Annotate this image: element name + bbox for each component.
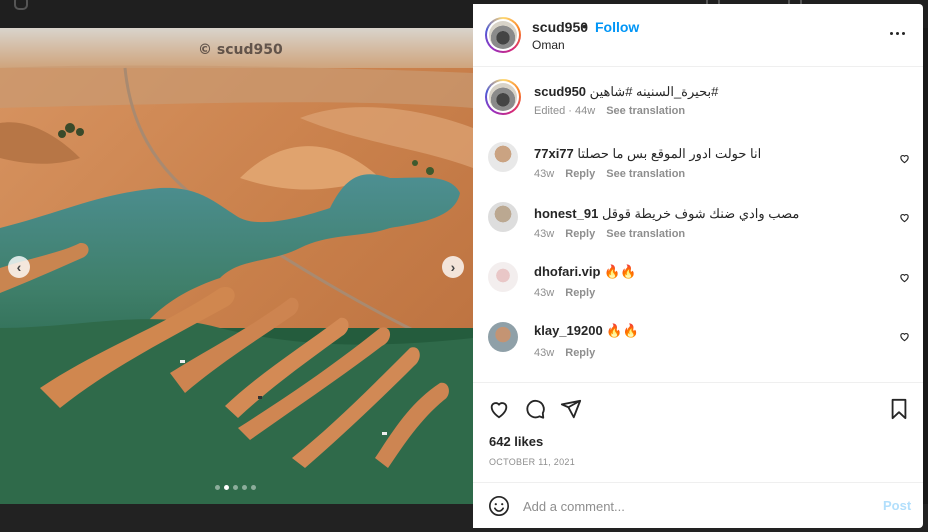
heart-icon[interactable] [899, 272, 910, 283]
comment-username[interactable]: dhofari.vip [534, 264, 600, 279]
photo-watermark: © scud950 [198, 42, 283, 58]
carousel-dot [251, 485, 256, 490]
heart-icon[interactable] [899, 153, 910, 164]
emoji-icon[interactable] [488, 495, 510, 517]
reply-button[interactable]: Reply [565, 287, 595, 299]
chevron-right-icon[interactable]: › [442, 256, 464, 278]
carousel-indicator [215, 485, 256, 490]
caption-username[interactable]: scud950 [534, 84, 586, 99]
comment-age: 43w [534, 168, 555, 180]
comment-age: 43w [534, 228, 555, 240]
author-username[interactable]: scud950 [532, 19, 588, 35]
heart-icon[interactable] [899, 331, 910, 342]
post-comment-button[interactable]: Post [883, 498, 911, 513]
reply-button[interactable]: Reply [565, 347, 595, 359]
comments-list[interactable]: scud950 بحيرة_السنينه #شاهين# Edited · 4… [473, 68, 923, 382]
comment-age: 43w [534, 347, 555, 359]
carousel-dot [215, 485, 220, 490]
comment-text: مصب وادي ضنك شوف خريطة قوقل [601, 206, 800, 221]
comment: klay_19200 🔥🔥 [534, 323, 639, 339]
post-details-panel: scud950 • Follow Oman scud950 بحيرة_السن… [473, 4, 923, 528]
reply-button[interactable]: Reply [565, 168, 595, 180]
comment-icon[interactable] [524, 398, 546, 420]
comment-meta: 43w Reply [534, 347, 595, 359]
see-translation-link[interactable]: See translation [606, 168, 685, 180]
caption-age: Edited · 44w [534, 105, 596, 117]
comment-text: انا حولت ادور الموقع بس ما حصلتا [577, 146, 762, 161]
carousel-dot-active [224, 485, 229, 490]
comment-meta: 43w Reply See translation [534, 168, 685, 180]
backdrop-icon [14, 0, 28, 10]
heart-icon[interactable] [899, 212, 910, 223]
comment-text: 🔥🔥 [606, 323, 639, 338]
avatar[interactable] [485, 17, 521, 53]
more-icon[interactable] [890, 32, 905, 35]
bookmark-icon[interactable] [889, 398, 909, 420]
comment-meta: 43w Reply [534, 287, 595, 299]
comment-composer: Post [473, 482, 923, 528]
comment-meta: 43w Reply See translation [534, 228, 685, 240]
commenter-avatar[interactable] [488, 142, 518, 172]
carousel-dot [233, 485, 238, 490]
commenter-avatar[interactable] [488, 262, 518, 292]
commenter-avatar[interactable] [488, 322, 518, 352]
post-header: scud950 • Follow Oman [473, 4, 923, 67]
post-location[interactable]: Oman [532, 38, 565, 52]
caption-avatar[interactable] [485, 79, 521, 115]
comment-text: 🔥🔥 [604, 264, 637, 279]
comment-username[interactable]: klay_19200 [534, 323, 603, 338]
follow-button[interactable]: Follow [595, 19, 639, 35]
comment: 77xi77 انا حولت ادور الموقع بس ما حصلتا [534, 146, 761, 162]
post-actions: 642 likes OCTOBER 11, 2021 [473, 382, 923, 482]
comment-username[interactable]: honest_91 [534, 206, 598, 221]
comment: dhofari.vip 🔥🔥 [534, 264, 636, 280]
caption: scud950 بحيرة_السنينه #شاهين# [534, 84, 718, 100]
chevron-left-icon[interactable]: ‹ [8, 256, 30, 278]
caption-meta: Edited · 44w See translation [534, 105, 685, 117]
heart-icon[interactable] [488, 398, 510, 420]
reply-button[interactable]: Reply [565, 228, 595, 240]
see-translation-link[interactable]: See translation [606, 105, 685, 117]
likes-count[interactable]: 642 likes [489, 434, 543, 449]
see-translation-link[interactable]: See translation [606, 228, 685, 240]
separator-dot: • [582, 18, 587, 34]
comment-username[interactable]: 77xi77 [534, 146, 574, 161]
carousel-dot [242, 485, 247, 490]
post-photo[interactable]: © scud950 ‹ › [0, 28, 473, 504]
comment-input[interactable] [523, 495, 863, 517]
comment: honest_91 مصب وادي ضنك شوف خريطة قوقل [534, 206, 799, 222]
post-date[interactable]: OCTOBER 11, 2021 [489, 457, 575, 467]
commenter-avatar[interactable] [488, 202, 518, 232]
caption-text: بحيرة_السنينه #شاهين# [589, 84, 719, 99]
post-image [0, 28, 473, 504]
comment-age: 43w [534, 287, 555, 299]
send-icon[interactable] [560, 398, 582, 420]
